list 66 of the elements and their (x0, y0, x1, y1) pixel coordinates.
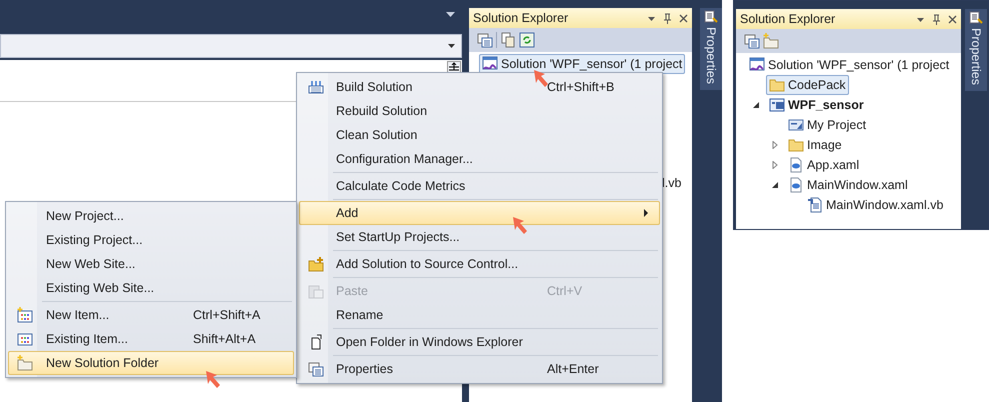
menu-item[interactable]: Set StartUp Projects... (299, 225, 660, 249)
dropdown-field[interactable] (0, 34, 462, 58)
paste-icon (308, 283, 324, 299)
panel-title: Solution Explorer (473, 11, 568, 25)
menu-item[interactable]: Open Folder in Windows Explorer (299, 330, 660, 354)
properties-page-icon (788, 117, 804, 133)
menu-item[interactable]: Existing Web Site... (8, 276, 294, 300)
menu-item[interactable]: New Web Site... (8, 252, 294, 276)
tree-item-text: l.vb (662, 176, 682, 190)
properties-tab[interactable]: Properties (700, 8, 722, 90)
menu-item[interactable]: New Solution Folder (8, 351, 294, 375)
pin-icon (663, 12, 672, 24)
item-grid-icon (17, 331, 33, 347)
pin-icon (932, 14, 942, 24)
folder-icon (769, 77, 785, 93)
build-icon (308, 79, 324, 95)
menu-item[interactable]: Build Solution Ctrl+Shift+B (299, 75, 660, 99)
properties-icon (477, 32, 493, 48)
solution-icon (749, 57, 765, 73)
tree-item[interactable]: My Project (785, 115, 870, 135)
tree-item[interactable]: WPF_sensor (766, 95, 867, 115)
xaml-file-icon (788, 157, 804, 173)
properties-tab[interactable]: Properties (965, 9, 987, 91)
menu-item[interactable]: Clean Solution (299, 123, 660, 147)
new-folder-icon (763, 33, 779, 49)
tree-item[interactable]: MainWindow.xaml.vb (804, 195, 946, 215)
folder-plus-icon (308, 256, 324, 272)
menu-item[interactable]: Calculate Code Metrics (299, 174, 660, 198)
menu-item[interactable]: Add (299, 201, 660, 225)
tree-item[interactable]: Solution 'WPF_sensor' (1 project (479, 54, 686, 74)
dropdown-icon (446, 12, 456, 18)
pointer-arrow-icon (205, 370, 223, 390)
dropdown-arrow-icon (448, 44, 456, 48)
menu-item[interactable]: Existing Item... Shift+Alt+A (8, 327, 294, 351)
menu-item[interactable]: Add Solution to Source Control... (299, 252, 660, 276)
tree-item[interactable]: App.xaml (785, 155, 862, 175)
panel-title: Solution Explorer (740, 12, 836, 26)
new-folder-icon (17, 355, 33, 371)
menu-item[interactable]: New Item... Ctrl+Shift+A (8, 303, 294, 327)
xaml-file-icon (788, 177, 804, 193)
solution-icon (482, 56, 498, 72)
new-item-icon (17, 307, 33, 323)
tree-item[interactable]: Solution 'WPF_sensor' (1 project (746, 55, 952, 75)
copy-icon (500, 32, 516, 48)
menu-item[interactable]: Configuration Manager... (299, 147, 660, 171)
close-icon (679, 14, 688, 22)
menu-item[interactable]: New Project... (8, 204, 294, 228)
properties-icon (704, 10, 718, 24)
menu-item[interactable]: Rebuild Solution (299, 99, 660, 123)
code-file-icon (807, 197, 823, 213)
refresh-icon (519, 32, 535, 48)
menu-item[interactable]: Existing Project... (8, 228, 294, 252)
menu-item[interactable]: Rename (299, 303, 660, 327)
project-icon (769, 97, 785, 113)
tree-item[interactable]: MainWindow.xaml (785, 175, 911, 195)
menu-item[interactable]: Properties Alt+Enter (299, 357, 660, 381)
folder-icon (788, 137, 804, 153)
properties-icon (744, 33, 760, 49)
submenu-arrow-icon (643, 209, 649, 217)
tree-item[interactable]: CodePack (766, 75, 849, 95)
properties-icon (308, 361, 324, 377)
close-icon (948, 14, 958, 24)
pointer-arrow-icon (512, 216, 530, 236)
splitter-icon (447, 61, 461, 73)
properties-icon (969, 11, 984, 25)
tree-item[interactable]: Image (785, 135, 845, 155)
